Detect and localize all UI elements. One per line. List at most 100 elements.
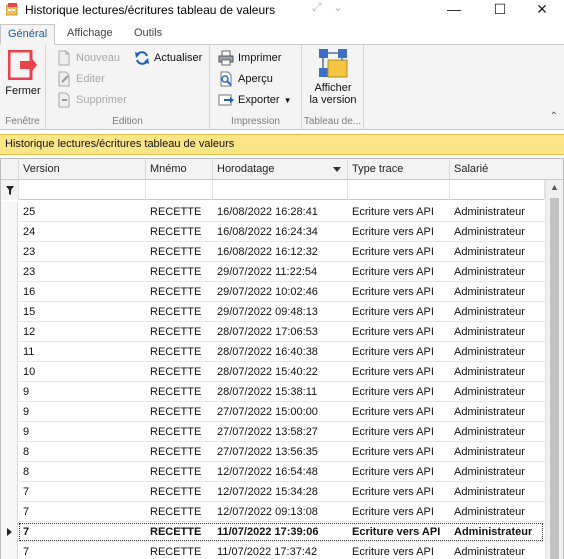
row-indicator[interactable]	[1, 482, 18, 502]
cell-mnemo[interactable]: RECETTE	[146, 402, 213, 422]
afficher-version-button[interactable]: Afficher la version	[304, 47, 362, 109]
row-indicator[interactable]	[1, 202, 18, 222]
cell-type-trace[interactable]: Ecriture vers API	[348, 242, 450, 262]
cell-type-trace[interactable]: Ecriture vers API	[348, 442, 450, 462]
cell-horodatage[interactable]: 12/07/2022 09:13:08	[213, 502, 348, 522]
cell-version[interactable]: 10	[19, 362, 146, 382]
cell-version[interactable]: 8	[19, 442, 146, 462]
cell-type-trace[interactable]: Ecriture vers API	[348, 542, 450, 559]
nouveau-button[interactable]: Nouveau	[56, 50, 120, 66]
row-indicator[interactable]	[1, 402, 18, 422]
cell-version[interactable]: 15	[19, 302, 146, 322]
cell-type-trace[interactable]: Ecriture vers API	[348, 382, 450, 402]
cell-mnemo[interactable]: RECETTE	[146, 382, 213, 402]
row-indicator[interactable]	[1, 542, 18, 559]
table-row[interactable]: 9 RECETTE 27/07/2022 13:58:27 Ecriture vers…	[1, 422, 545, 442]
cell-salarie[interactable]: Administrateur	[450, 222, 545, 242]
row-indicator[interactable]	[1, 362, 18, 382]
cell-horodatage[interactable]: 11/07/2022 17:37:42	[213, 542, 348, 559]
cell-version[interactable]: 23	[19, 242, 146, 262]
cell-mnemo[interactable]: RECETTE	[146, 442, 213, 462]
cell-horodatage[interactable]: 29/07/2022 09:48:13	[213, 302, 348, 322]
cell-version[interactable]: 9	[19, 422, 146, 442]
row-indicator[interactable]	[1, 382, 18, 402]
cell-type-trace[interactable]: Ecriture vers API	[348, 422, 450, 442]
actualiser-button[interactable]: Actualiser	[134, 50, 202, 66]
cell-mnemo[interactable]: RECETTE	[146, 482, 213, 502]
cell-version[interactable]: 12	[19, 322, 146, 342]
table-row[interactable]: 8 RECETTE 27/07/2022 13:56:35 Ecriture vers…	[1, 442, 545, 462]
cell-horodatage[interactable]: 27/07/2022 15:00:00	[213, 402, 348, 422]
cell-version[interactable]: 7	[19, 522, 146, 542]
cell-salarie[interactable]: Administrateur	[450, 502, 545, 522]
cell-horodatage[interactable]: 28/07/2022 15:38:11	[213, 382, 348, 402]
cell-mnemo[interactable]: RECETTE	[146, 282, 213, 302]
cell-mnemo[interactable]: RECETTE	[146, 222, 213, 242]
cell-type-trace[interactable]: Ecriture vers API	[348, 302, 450, 322]
tab-affichage[interactable]: Affichage	[60, 24, 120, 45]
cell-type-trace[interactable]: Ecriture vers API	[348, 322, 450, 342]
filter-mnemo-input[interactable]	[146, 180, 213, 200]
cell-type-trace[interactable]: Ecriture vers API	[348, 502, 450, 522]
table-row[interactable]: 10 RECETTE 28/07/2022 15:40:22 Ecriture ver…	[1, 362, 545, 382]
cell-type-trace[interactable]: Ecriture vers API	[348, 342, 450, 362]
cell-horodatage[interactable]: 29/07/2022 10:02:46	[213, 282, 348, 302]
filter-version-field[interactable]	[19, 180, 145, 200]
cell-salarie[interactable]: Administrateur	[450, 202, 545, 222]
maximize-button[interactable]: ☐	[478, 0, 522, 20]
table-row[interactable]: 16 RECETTE 29/07/2022 10:02:46 Ecriture ver…	[1, 282, 545, 302]
cell-type-trace[interactable]: Ecriture vers API	[348, 462, 450, 482]
column-header-version[interactable]: Version	[19, 159, 146, 180]
cell-mnemo[interactable]: RECETTE	[146, 242, 213, 262]
cell-version[interactable]: 23	[19, 262, 146, 282]
tab-outils[interactable]: Outils	[127, 24, 169, 45]
column-header-type-trace[interactable]: Type trace	[348, 159, 450, 180]
minimize-button[interactable]: —	[432, 0, 476, 20]
cell-version[interactable]: 25	[19, 202, 146, 222]
cell-horodatage[interactable]: 27/07/2022 13:58:27	[213, 422, 348, 442]
cell-version[interactable]: 7	[19, 502, 146, 522]
exporter-button[interactable]: Exporter ▼	[218, 92, 292, 108]
cell-horodatage[interactable]: 28/07/2022 15:40:22	[213, 362, 348, 382]
cell-salarie[interactable]: Administrateur	[450, 542, 545, 559]
cell-mnemo[interactable]: RECETTE	[146, 262, 213, 282]
apercu-button[interactable]: Aperçu	[218, 71, 273, 87]
cell-salarie[interactable]: Administrateur	[450, 342, 545, 362]
collapse-ribbon-icon[interactable]: ⌃	[550, 111, 558, 122]
row-indicator[interactable]	[1, 342, 18, 362]
editer-button[interactable]: Editer	[56, 71, 105, 87]
scrollbar-thumb[interactable]	[550, 198, 559, 559]
cell-type-trace[interactable]: Ecriture vers API	[348, 402, 450, 422]
cell-type-trace[interactable]: Ecriture vers API	[348, 202, 450, 222]
row-indicator[interactable]	[1, 522, 18, 542]
cell-type-trace[interactable]: Ecriture vers API	[348, 362, 450, 382]
cell-horodatage[interactable]: 28/07/2022 17:06:53	[213, 322, 348, 342]
cell-salarie[interactable]: Administrateur	[450, 302, 545, 322]
cell-salarie[interactable]: Administrateur	[450, 322, 545, 342]
column-header-mnemo[interactable]: Mnémo	[146, 159, 213, 180]
cell-type-trace[interactable]: Ecriture vers API	[348, 522, 450, 542]
cell-version[interactable]: 11	[19, 342, 146, 362]
cell-version[interactable]: 9	[19, 402, 146, 422]
cell-horodatage[interactable]: 16/08/2022 16:12:32	[213, 242, 348, 262]
row-indicator[interactable]	[1, 322, 18, 342]
cell-mnemo[interactable]: RECETTE	[146, 502, 213, 522]
close-button[interactable]: ✕	[520, 0, 564, 20]
tab-general[interactable]: Général	[0, 24, 56, 45]
cell-mnemo[interactable]: RECETTE	[146, 542, 213, 559]
filter-salarie-input[interactable]	[450, 180, 545, 200]
cell-salarie[interactable]: Administrateur	[450, 362, 545, 382]
table-row[interactable]: 11 RECETTE 28/07/2022 16:40:38 Ecriture ver…	[1, 342, 545, 362]
imprimer-button[interactable]: Imprimer	[218, 50, 281, 66]
cell-horodatage[interactable]: 16/08/2022 16:28:41	[213, 202, 348, 222]
cell-salarie[interactable]: Administrateur	[450, 242, 545, 262]
cell-type-trace[interactable]: Ecriture vers API	[348, 262, 450, 282]
filter-horodatage-input[interactable]	[213, 180, 348, 200]
cell-horodatage[interactable]: 16/08/2022 16:24:34	[213, 222, 348, 242]
cell-horodatage[interactable]: 29/07/2022 11:22:54	[213, 262, 348, 282]
cell-salarie[interactable]: Administrateur	[450, 382, 545, 402]
cell-salarie[interactable]: Administrateur	[450, 282, 545, 302]
cell-salarie[interactable]: Administrateur	[450, 422, 545, 442]
cell-salarie[interactable]: Administrateur	[450, 442, 545, 462]
cell-version[interactable]: 7	[19, 542, 146, 559]
